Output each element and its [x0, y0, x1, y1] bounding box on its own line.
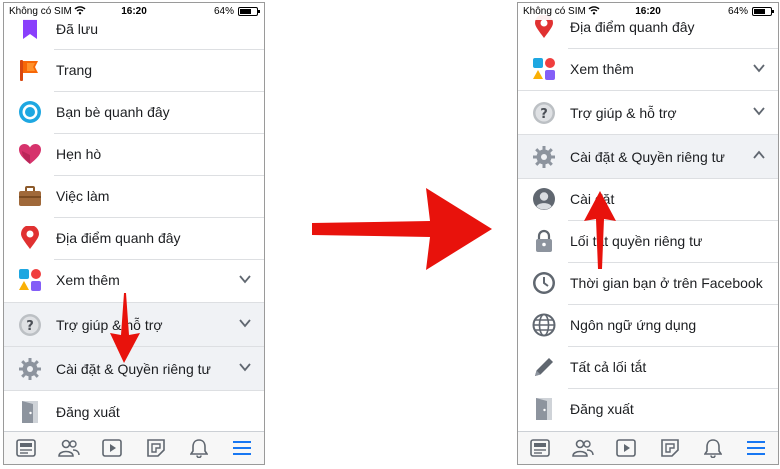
watch-icon[interactable] — [98, 435, 126, 461]
question-icon: ? — [531, 100, 557, 126]
clock-icon — [531, 270, 557, 296]
menu-item-label: Thời gian bạn ở trên Facebook — [570, 275, 763, 291]
menu-item-label: Trang — [56, 62, 93, 78]
menu-item-label: Xem thêm — [56, 272, 120, 288]
heart-icon — [17, 141, 43, 167]
chevron-down-icon[interactable] — [238, 360, 252, 374]
menu-item-label: Đăng xuất — [570, 401, 634, 417]
menu-item-label: Tất cả lối tắt — [570, 359, 647, 375]
gear-icon — [531, 144, 557, 170]
menu-item-nearby-friends[interactable]: Bạn bè quanh đây — [4, 91, 264, 133]
watch-icon[interactable] — [612, 435, 640, 461]
menu-item-pages[interactable]: Trang — [4, 49, 264, 91]
location-pin-icon — [17, 225, 43, 251]
phone-screen-left: Đã lưu Trang Bạn bè quanh đây Hẹn hò Việ… — [3, 2, 265, 465]
chevron-down-icon[interactable] — [752, 104, 766, 118]
menu-item-logout[interactable]: Đăng xuất — [518, 388, 778, 430]
flag-icon — [17, 57, 43, 83]
menu-item-label: Địa điểm quanh đây — [570, 19, 695, 35]
menu-item-settings-privacy[interactable]: Cài đặt & Quyền riêng tư — [518, 135, 778, 178]
nearby-friends-icon — [17, 99, 43, 125]
friends-icon[interactable] — [55, 435, 83, 461]
menu-list-right: Địa điểm quanh đây Xem thêm ? Trợ giúp &… — [518, 3, 778, 431]
menu-item-app-language[interactable]: Ngôn ngữ ứng dụng — [518, 304, 778, 346]
user-circle-icon — [531, 186, 557, 212]
gear-icon — [17, 356, 43, 382]
menu-item-label: Địa điểm quanh đây — [56, 230, 181, 246]
transition-arrow-right — [312, 188, 492, 270]
lock-icon — [531, 228, 557, 254]
battery-icon — [238, 7, 260, 16]
menu-item-label: Bạn bè quanh đây — [56, 104, 170, 120]
phone-screen-right: Địa điểm quanh đây Xem thêm ? Trợ giúp &… — [517, 2, 779, 465]
battery-icon — [752, 7, 774, 16]
menu-item-nearby-places[interactable]: Địa điểm quanh đây — [4, 217, 264, 259]
bottom-tab-bar — [4, 431, 264, 464]
menu-item-label: Xem thêm — [570, 61, 634, 77]
svg-text:?: ? — [540, 107, 548, 122]
news-feed-icon[interactable] — [12, 435, 40, 461]
battery-text: 64% — [213, 6, 234, 17]
battery-text: 64% — [727, 6, 748, 17]
menu-item-all-shortcuts[interactable]: Tất cả lối tắt — [518, 346, 778, 388]
status-bar: Không có SIM 16:20 64% — [4, 3, 264, 20]
news-feed-icon[interactable] — [526, 435, 554, 461]
tutorial-canvas: Đã lưu Trang Bạn bè quanh đây Hẹn hò Việ… — [0, 0, 780, 469]
pointer-arrow-down — [110, 293, 140, 363]
door-icon — [531, 396, 557, 422]
chevron-up-icon[interactable] — [752, 148, 766, 162]
menu-item-label: Đăng xuất — [56, 404, 120, 420]
menu-item-label: Ngôn ngữ ứng dụng — [570, 317, 697, 333]
menu-item-dating[interactable]: Hẹn hò — [4, 133, 264, 175]
bottom-tab-bar — [518, 431, 778, 464]
menu-item-help-support[interactable]: ? Trợ giúp & hỗ trợ — [518, 91, 778, 134]
menu-item-see-more[interactable]: Xem thêm — [518, 48, 778, 90]
pointer-arrow-up — [584, 191, 616, 269]
friends-icon[interactable] — [569, 435, 597, 461]
chevron-down-icon[interactable] — [238, 316, 252, 330]
menu-item-label: Hẹn hò — [56, 146, 102, 162]
chevron-down-icon[interactable] — [238, 272, 252, 286]
menu-item-time-on-facebook[interactable]: Thời gian bạn ở trên Facebook — [518, 262, 778, 304]
svg-text:?: ? — [26, 319, 34, 334]
question-icon: ? — [17, 312, 43, 338]
menu-item-label: Cài đặt & Quyền riêng tư — [570, 148, 725, 165]
menu-item-label: Trợ giúp & hỗ trợ — [570, 104, 677, 121]
menu-item-logout[interactable]: Đăng xuất — [4, 391, 264, 433]
door-icon — [17, 399, 43, 425]
notifications-icon[interactable] — [699, 435, 727, 461]
chevron-down-icon[interactable] — [752, 61, 766, 75]
briefcase-icon — [17, 183, 43, 209]
menu-icon[interactable] — [742, 435, 770, 461]
menu-list-left: Đã lưu Trang Bạn bè quanh đây Hẹn hò Việ… — [4, 3, 264, 431]
menu-icon[interactable] — [228, 435, 256, 461]
pages-icon[interactable] — [656, 435, 684, 461]
notifications-icon[interactable] — [185, 435, 213, 461]
menu-item-label: Đã lưu — [56, 21, 99, 37]
menu-item-jobs[interactable]: Việc làm — [4, 175, 264, 217]
pages-icon[interactable] — [142, 435, 170, 461]
shapes-icon — [531, 56, 557, 82]
status-bar: Không có SIM 16:20 64% — [518, 3, 778, 20]
menu-item-privacy-shortcuts[interactable]: Lối tắt quyền riêng tư — [518, 220, 778, 262]
shapes-icon — [17, 267, 43, 293]
globe-icon — [531, 312, 557, 338]
menu-item-label: Việc làm — [56, 188, 110, 204]
menu-item-settings[interactable]: Cài đặt — [518, 178, 778, 220]
pencil-icon — [531, 354, 557, 380]
